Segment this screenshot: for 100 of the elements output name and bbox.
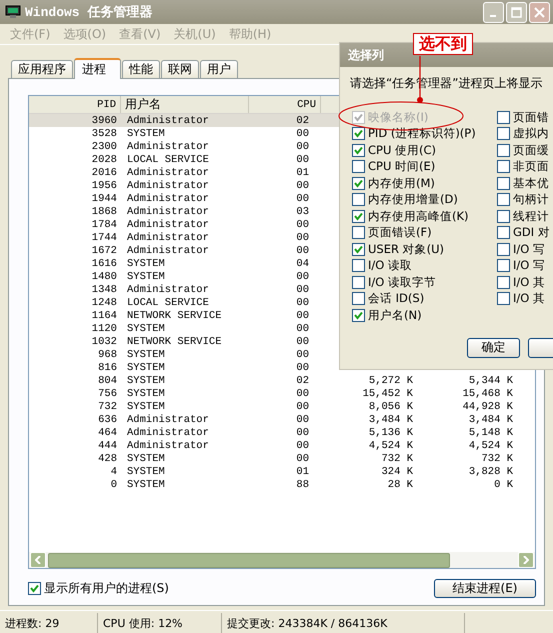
annotation-label: 选不到: [413, 33, 473, 55]
user-cell-text: Administrator: [126, 426, 210, 438]
table-cell-text: 8,056 K: [368, 400, 414, 412]
cpu-cell-text: 03: [295, 206, 310, 218]
checkbox[interactable]: [352, 193, 365, 206]
checkbox-label: I/O 其: [513, 291, 545, 306]
process-row[interactable]: 636 Administrator 00 3,484 K 3,484 K: [29, 413, 535, 426]
cpu-cell-text: 02: [295, 374, 310, 386]
pid-cell-text: 1868: [90, 206, 118, 218]
checkbox-label: I/O 其: [513, 274, 545, 290]
ok-button[interactable]: 确定: [467, 338, 520, 358]
checkbox-label: 基本优: [513, 176, 549, 191]
checkbox[interactable]: [497, 259, 510, 272]
checkbox-label: 页面缓: [513, 142, 549, 158]
checkbox[interactable]: [352, 226, 365, 240]
tab[interactable]: 应用程序: [11, 60, 73, 78]
pid-cell-text: 2016: [90, 166, 118, 178]
checkbox[interactable]: [352, 210, 365, 223]
checkbox[interactable]: [497, 292, 510, 306]
cpu-cell-text: 00: [295, 426, 310, 438]
checkbox-label: USER 对象(U): [368, 242, 444, 257]
pid-cell-text: 1480: [90, 270, 118, 282]
process-row[interactable]: 444 Administrator 00 4,524 K 4,524 K: [29, 439, 535, 452]
scroll-thumb[interactable]: [48, 552, 450, 568]
window-title: Windows 任务管理器: [25, 4, 152, 21]
user-cell-text: Administrator: [126, 192, 210, 204]
checkbox[interactable]: [497, 193, 510, 206]
process-row[interactable]: 428 SYSTEM 00 732 K 732 K: [29, 452, 535, 465]
checkbox-label: 页面错误(F): [368, 225, 432, 240]
checkbox[interactable]: [352, 176, 365, 190]
cpu-cell-text: 00: [295, 348, 310, 360]
user-cell-text: Administrator: [126, 140, 210, 152]
pid-cell-text: 816: [97, 362, 118, 374]
table-cell-text: 15,468 K: [462, 388, 514, 400]
table-cell-text: 3,484 K: [368, 414, 414, 426]
checkbox[interactable]: [352, 259, 365, 272]
checkbox[interactable]: [352, 242, 365, 256]
checkbox[interactable]: [352, 160, 365, 174]
pid-cell-text: 1348: [90, 284, 118, 296]
checkbox[interactable]: [497, 276, 510, 289]
table-cell-text: 324 K: [380, 466, 414, 478]
checkbox[interactable]: [497, 176, 510, 190]
table-cell-text: 3,828 K: [468, 466, 514, 478]
table-cell-text: 5,344 K: [468, 374, 514, 386]
cpu-cell-text: 88: [295, 478, 310, 490]
table-cell-text: 15,452 K: [362, 388, 414, 400]
checkbox-label: I/O 读取: [368, 258, 412, 274]
process-row[interactable]: 464 Administrator 00 5,136 K 5,148 K: [29, 426, 535, 439]
tab[interactable]: 进程: [74, 58, 121, 79]
horizontal-scrollbar[interactable]: [29, 552, 535, 568]
checkbox[interactable]: [352, 308, 365, 322]
checkbox-label: 线程计: [513, 208, 549, 224]
checkbox-label: 内存使用(M): [368, 176, 435, 191]
checkbox[interactable]: [497, 226, 510, 240]
checkbox-label: I/O 写: [513, 242, 545, 257]
checkbox-label: 用户名(N): [368, 308, 422, 323]
table-cell-text: 4,524 K: [468, 440, 514, 452]
checkbox[interactable]: [497, 127, 510, 140]
tab[interactable]: 联网: [161, 60, 199, 78]
pid-cell-text: 1672: [90, 244, 118, 256]
checkbox[interactable]: [352, 276, 365, 289]
cpu-cell-text: 00: [295, 284, 310, 296]
pid-cell-text: 636: [97, 414, 118, 426]
user-cell-text: Administrator: [126, 218, 210, 230]
column-header[interactable]: PID: [29, 96, 121, 113]
user-cell-text: Administrator: [126, 244, 210, 256]
process-row[interactable]: 4 SYSTEM 01 324 K 3,828 K: [29, 465, 535, 478]
process-row[interactable]: 756 SYSTEM 00 15,452 K 15,468 K: [29, 387, 535, 400]
checkbox[interactable]: [352, 127, 365, 140]
checkbox[interactable]: [497, 144, 510, 157]
checkbox[interactable]: [28, 582, 41, 595]
checkbox[interactable]: [352, 144, 365, 157]
pid-cell-text: 756: [97, 388, 118, 400]
pid-cell-text: 804: [97, 374, 118, 386]
checkbox[interactable]: [497, 242, 510, 256]
checkbox[interactable]: [497, 160, 510, 174]
pid-cell-text: 3528: [90, 128, 118, 140]
process-row[interactable]: 804 SYSTEM 02 5,272 K 5,344 K: [29, 374, 535, 387]
tab[interactable]: 用户: [200, 60, 238, 78]
cpu-cell-text: 00: [295, 414, 310, 426]
pid-cell-text: 968: [97, 348, 118, 360]
end-process-button[interactable]: 结束进程(E): [434, 579, 536, 598]
user-cell-text: Administrator: [126, 206, 210, 218]
close-icon: [534, 6, 545, 18]
checkbox[interactable]: [352, 292, 365, 306]
user-cell-text: SYSTEM: [126, 322, 166, 334]
table-cell-text: 4,524 K: [368, 440, 414, 452]
checkbox-label: 显示所有用户的进程(S): [44, 580, 169, 597]
user-cell-text: Administrator: [126, 440, 210, 452]
monitor-icon: [5, 5, 21, 19]
process-row[interactable]: 732 SYSTEM 00 8,056 K 44,928 K: [29, 400, 535, 413]
status-text: 进程数: 29: [0, 613, 98, 633]
checkbox[interactable]: [497, 110, 510, 124]
checkbox[interactable]: [497, 210, 510, 223]
column-header[interactable]: 用户名: [121, 96, 249, 113]
pid-cell-text: 1944: [90, 192, 118, 204]
process-row[interactable]: 0 SYSTEM 88 28 K 0 K: [29, 478, 535, 491]
column-header[interactable]: CPU: [249, 96, 321, 113]
tab[interactable]: 性能: [122, 60, 160, 78]
cpu-cell-text: 00: [295, 140, 310, 152]
